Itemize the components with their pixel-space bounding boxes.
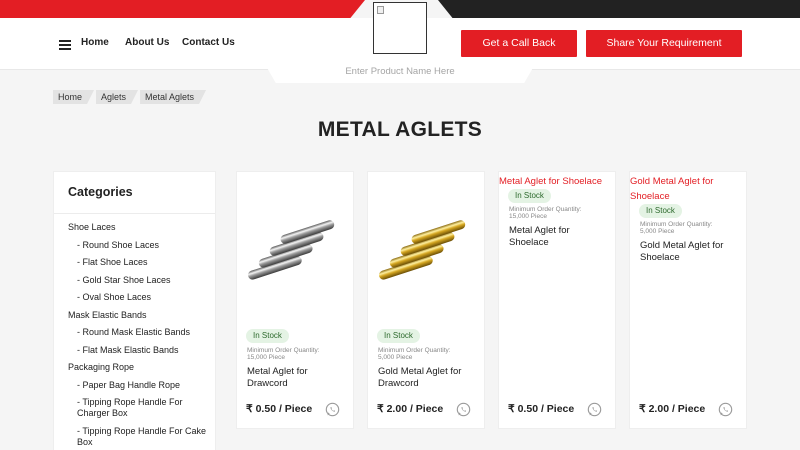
nav-contact-link[interactable]: Contact Us xyxy=(182,37,235,48)
moq-value: 15,000 Piece xyxy=(509,213,547,220)
categories-sidebar: Categories Shoe Laces - Round Shoe Laces… xyxy=(53,171,216,450)
subcategory-item[interactable]: - Round Shoe Laces xyxy=(68,240,215,251)
breadcrumb-aglets[interactable]: Aglets xyxy=(96,90,138,104)
moq-value: 5,000 Piece xyxy=(640,228,675,235)
gold-aglets-image[interactable] xyxy=(370,212,484,292)
product-name[interactable]: Gold Metal Aglet for Drawcord xyxy=(378,366,478,390)
broken-image-alt-text[interactable]: Metal Aglet for Shoelace xyxy=(499,174,617,189)
subcategory-item[interactable]: - Oval Shoe Laces xyxy=(68,292,215,303)
top-stripe-red xyxy=(0,0,365,18)
whatsapp-icon[interactable] xyxy=(718,402,733,417)
nav-about-link[interactable]: About Us xyxy=(125,37,169,48)
product-price: ₹ 0.50 / Piece xyxy=(508,403,575,415)
page-title: METAL AGLETS xyxy=(317,118,483,141)
share-requirement-button[interactable]: Share Your Requirement xyxy=(586,30,742,57)
whatsapp-icon[interactable] xyxy=(456,402,471,417)
product-name[interactable]: Metal Aglet for Drawcord xyxy=(247,366,347,390)
breadcrumb-current: Metal Aglets xyxy=(140,90,206,104)
get-call-back-button[interactable]: Get a Call Back xyxy=(461,30,577,57)
subcategory-item[interactable]: - Tipping Rope Handle For Charger Box xyxy=(68,397,215,419)
breadcrumb: Home Aglets Metal Aglets xyxy=(53,90,208,104)
in-stock-badge: In Stock xyxy=(246,329,289,343)
category-list: Shoe Laces - Round Shoe Laces - Flat Sho… xyxy=(54,214,215,448)
breadcrumb-home[interactable]: Home xyxy=(53,90,94,104)
subcategory-item[interactable]: - Paper Bag Handle Rope xyxy=(68,380,215,391)
product-search-input[interactable] xyxy=(262,59,538,83)
in-stock-badge: In Stock xyxy=(377,329,420,343)
category-item[interactable]: Shoe Laces xyxy=(68,222,215,233)
menu-icon[interactable] xyxy=(59,40,71,50)
subcategory-item[interactable]: - Tipping Rope Handle For Cake Box xyxy=(68,426,215,448)
silver-aglets-image[interactable] xyxy=(239,212,353,292)
top-stripe-dark xyxy=(438,0,800,18)
moq-value: 5,000 Piece xyxy=(378,354,413,361)
product-price: ₹ 2.00 / Piece xyxy=(639,403,706,415)
product-card[interactable]: Gold Metal Aglet for Shoelace In Stock M… xyxy=(629,171,747,429)
product-card[interactable]: In Stock Minimum Order Quantity: 5,000 P… xyxy=(367,171,485,429)
nav-home-link[interactable]: Home xyxy=(81,37,109,48)
subcategory-item[interactable]: - Round Mask Elastic Bands xyxy=(68,327,215,338)
sidebar-title: Categories xyxy=(54,172,215,214)
broken-image-icon xyxy=(377,6,384,14)
subcategory-item[interactable]: - Flat Shoe Laces xyxy=(68,257,215,268)
product-card[interactable]: In Stock Minimum Order Quantity: 15,000 … xyxy=(236,171,354,429)
subcategory-item[interactable]: - Gold Star Shoe Laces xyxy=(68,275,215,286)
search-bar xyxy=(262,59,538,83)
whatsapp-icon[interactable] xyxy=(325,402,340,417)
in-stock-badge: In Stock xyxy=(639,204,682,218)
product-name[interactable]: Metal Aglet for Shoelace xyxy=(509,225,609,249)
product-price: ₹ 0.50 / Piece xyxy=(246,403,313,415)
in-stock-badge: In Stock xyxy=(508,189,551,203)
site-logo[interactable] xyxy=(373,2,427,54)
product-name[interactable]: Gold Metal Aglet for Shoelace xyxy=(640,240,740,264)
category-item[interactable]: Packaging Rope xyxy=(68,362,215,373)
subcategory-item[interactable]: - Flat Mask Elastic Bands xyxy=(68,345,215,356)
broken-image-alt-text[interactable]: Gold Metal Aglet for Shoelace xyxy=(630,174,748,204)
whatsapp-icon[interactable] xyxy=(587,402,602,417)
product-card[interactable]: Metal Aglet for Shoelace In Stock Minimu… xyxy=(498,171,616,429)
product-price: ₹ 2.00 / Piece xyxy=(377,403,444,415)
moq-value: 15,000 Piece xyxy=(247,354,285,361)
category-item[interactable]: Mask Elastic Bands xyxy=(68,310,215,321)
